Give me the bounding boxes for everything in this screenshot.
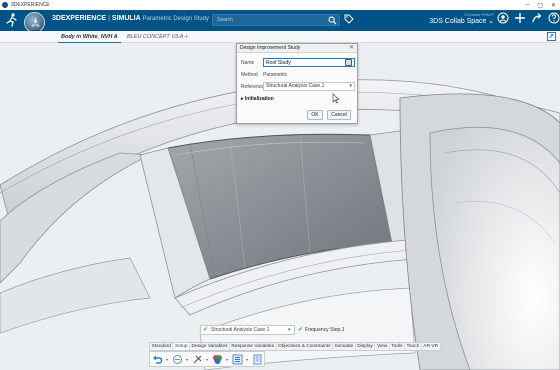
chevron-down-icon[interactable]: ▾ [186, 357, 189, 362]
initialization-section[interactable]: ▸ Initialization [241, 96, 274, 102]
reference-select[interactable]: Structural Analysis Case.1 ▾ [263, 82, 355, 91]
reference-value: Structural Analysis Case.1 [266, 83, 325, 89]
chevron-down-icon: ⌄ [488, 18, 494, 25]
dialog-title-bar[interactable]: Design Improvement Study ✕ [237, 44, 357, 53]
action-bar-tools: ▾ ▾ ▾ ▾ ▾ [149, 351, 265, 367]
brand-product: SIMULIA [111, 15, 141, 22]
tab-body-in-white[interactable]: Body in White_NVH A [58, 31, 121, 43]
method-value: Parametric [263, 72, 288, 78]
chevron-down-icon[interactable]: ▾ [226, 357, 229, 362]
ok-button[interactable]: OK [307, 110, 323, 120]
window-controls: – ▢ ✕ [526, 0, 556, 10]
top-right-icons [497, 12, 560, 24]
frequency-step-label: Frequency Step.1 [305, 327, 345, 333]
app-logo-icon [2, 2, 8, 8]
chevron-down-icon: ▾ [349, 83, 352, 89]
help-icon[interactable] [548, 12, 560, 24]
tab-objectives-constraints[interactable]: Objectives & Constraints [277, 343, 334, 350]
user-avatar-icon[interactable] [497, 12, 509, 24]
analysis-case-select[interactable]: ✔ Structural Analysis Case.1 [200, 325, 295, 335]
undo-icon[interactable] [152, 354, 163, 365]
tab-touch[interactable]: Touch [405, 343, 422, 350]
constraint-icon[interactable] [192, 354, 203, 365]
brand-name: 3DEXPERIENCE [52, 15, 107, 22]
frequency-step[interactable]: ✔ Frequency Step.1 [298, 325, 345, 335]
tab-simulate[interactable]: Simulate [333, 343, 356, 350]
design-improvement-study-dialog: Design Improvement Study ✕ Name Method P… [236, 43, 358, 124]
initialization-label: Initialization [244, 96, 274, 102]
search-input[interactable] [213, 15, 325, 25]
figure-icon[interactable] [4, 12, 20, 28]
search-icon[interactable] [328, 16, 337, 25]
tab-setup[interactable]: Setup [173, 343, 191, 350]
check-icon: ✔ [203, 327, 209, 333]
add-tab-icon[interactable]: + [184, 31, 189, 43]
os-window-title: 3DEXPERIENCE [11, 2, 50, 8]
tag-icon[interactable] [344, 14, 354, 24]
expand-arrow-icon: ▸ [241, 96, 244, 102]
search-box [212, 14, 340, 26]
chevron-down-icon[interactable]: ▾ [246, 357, 249, 362]
tab-bleu-concept[interactable]: BLEU CONCEPT V3.A [127, 31, 183, 43]
check-icon: ✔ [298, 327, 304, 333]
plus-icon[interactable] [514, 12, 526, 24]
color-icon[interactable] [212, 354, 223, 365]
close-window-icon[interactable]: ✕ [551, 2, 556, 9]
action-bar-tabs: Standard Setup Design Variables Response… [149, 342, 442, 351]
share-icon[interactable] [531, 12, 543, 24]
os-title-bar: 3DEXPERIENCE – ▢ ✕ [0, 0, 560, 10]
user-name: Christine PHILIP [464, 12, 494, 17]
variable-icon[interactable] [172, 354, 183, 365]
close-icon[interactable]: ✕ [349, 44, 354, 53]
mouse-cursor-icon [332, 93, 340, 104]
document-icon[interactable] [252, 354, 263, 365]
brand-separator: | [108, 15, 110, 22]
minimize-icon[interactable]: – [526, 2, 529, 8]
maximize-icon[interactable]: ▢ [537, 2, 543, 9]
method-label: Method [241, 72, 258, 78]
tab-design-variables[interactable]: Design Variables [190, 343, 230, 350]
name-label: Name [241, 60, 255, 66]
analysis-case-value: Structural Analysis Case.1 [211, 327, 270, 333]
app-name: Parametric Design Study [142, 16, 210, 22]
chevron-down-icon[interactable]: ▾ [206, 357, 209, 362]
tab-display[interactable]: Display [356, 343, 376, 350]
name-field[interactable] [263, 58, 355, 67]
reference-label: Reference [241, 84, 265, 90]
side-panel-handle[interactable]: ‹ [554, 226, 560, 240]
collab-space-label: 3DS Collab Space [429, 18, 487, 25]
tab-standard[interactable]: Standard [150, 343, 174, 350]
chevron-down-icon[interactable]: ▾ [288, 325, 291, 335]
cancel-button[interactable]: Cancel [327, 110, 351, 120]
tab-view[interactable]: View [375, 343, 390, 350]
case-bar: ✔ Structural Analysis Case.1 ▾ ✔ Frequenc… [200, 325, 360, 335]
expand-icon[interactable] [547, 32, 556, 41]
name-edit-icon[interactable] [345, 59, 352, 66]
tab-response-variables[interactable]: Response Variables [230, 343, 277, 350]
collab-space-selector[interactable]: Christine PHILIP 3DS Collab Space ⌄ [400, 12, 494, 25]
chevron-down-icon[interactable]: ▾ [166, 357, 169, 362]
document-tab-bar: Body in White_NVH A BLEU CONCEPT V3.A + [0, 31, 560, 43]
brand-title: 3DEXPERIENCE | SIMULIA Parametric Design S… [52, 15, 209, 22]
dialog-title: Design Improvement Study [240, 45, 301, 51]
list-icon[interactable] [232, 354, 243, 365]
tab-ar-vr[interactable]: AR-VR [422, 343, 441, 350]
tab-tools[interactable]: Tools [390, 343, 405, 350]
